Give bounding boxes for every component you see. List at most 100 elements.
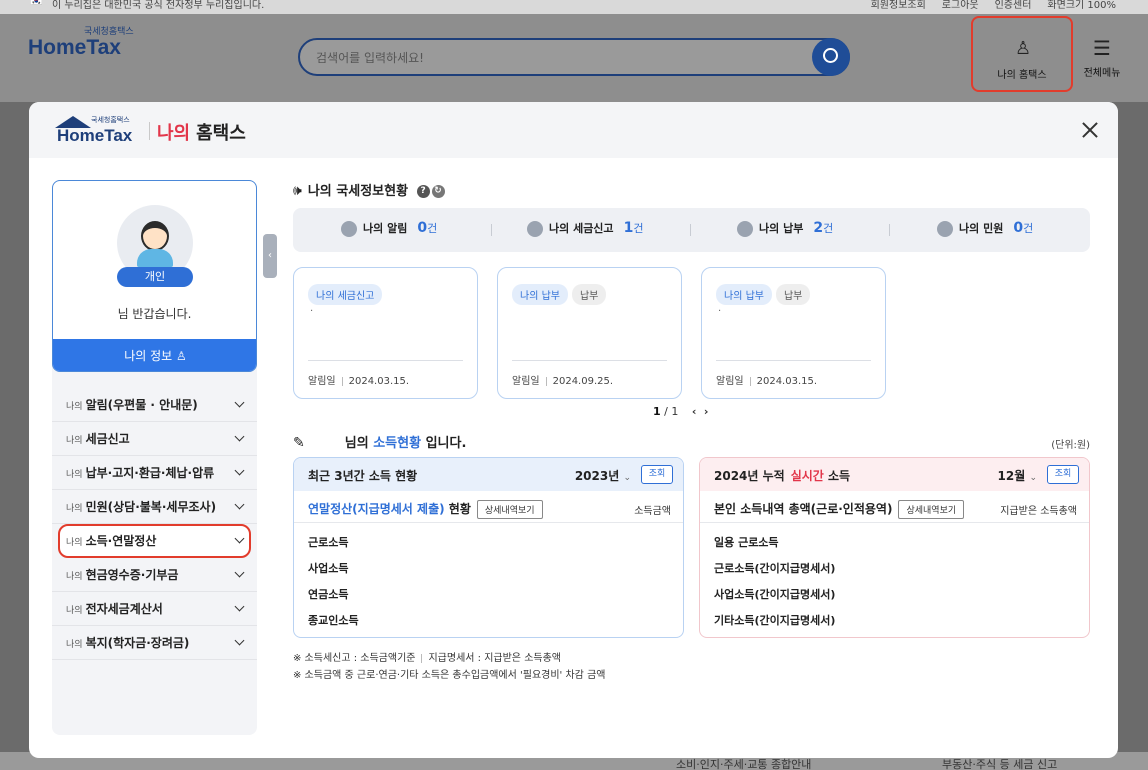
all-menu-label: 전체메뉴 <box>1083 68 1121 79</box>
greeting-text: 님 반갑습니다. <box>117 307 192 321</box>
site-search-box[interactable]: 검색어를 입력하세요! <box>298 38 850 76</box>
chevron-down-icon <box>234 601 245 612</box>
card-tag: 나의 납부 <box>716 284 772 305</box>
card-tags: 나의 세금신고 <box>308 284 386 305</box>
footer-link-2[interactable]: 부동산·주식 등 세금 신고 <box>942 756 1057 770</box>
my-info-button[interactable]: 나의 정보 ♙ <box>53 339 256 371</box>
help-icon[interactable]: ? <box>416 185 430 198</box>
bell-icon <box>341 221 357 237</box>
summary-tax-filing[interactable]: 나의 세금신고 1건 <box>527 220 643 237</box>
member-info-link[interactable]: 회원정보조회 <box>871 0 926 11</box>
note-line: ※ 소득세신고 : 소득금액기준 지급명세서 : 지급받은 소득총액 <box>293 650 605 667</box>
income-realtime-panel: 2024년 누적 실시간 소득 12월 ⌄ 조회 본인 소득내역 총액(근로·인적… <box>699 457 1090 638</box>
menu-item-tax-filing[interactable]: 나의 세금신고 <box>52 422 257 456</box>
summary-civil[interactable]: 나의 민원 0건 <box>937 220 1033 237</box>
year-select[interactable]: 2023년 ⌄ <box>575 467 631 484</box>
notice-card[interactable]: 나의 납부 납부 알림일 2024.09.25. <box>497 267 682 399</box>
notice-card[interactable]: 나의 세금신고 · 알림일 2024.03.15. <box>293 267 478 399</box>
date-label: 알림일 <box>308 376 336 387</box>
card-date: 알림일 2024.03.15. <box>308 372 409 387</box>
menu-item-notice[interactable]: 나의 알림(우편물 · 안내문) <box>52 388 257 422</box>
panel-title: 2024년 누적 <box>714 469 785 483</box>
speaker-icon: 🕪 <box>293 183 302 199</box>
logout-link[interactable]: 로그아웃 <box>942 0 979 11</box>
notice-card[interactable]: 나의 납부 납부 · 알림일 2024.03.15. <box>701 267 886 399</box>
card-content: · <box>718 306 722 317</box>
modal-logo: 국세청홈택스 HomeTax <box>53 116 143 146</box>
collapse-panel-button[interactable]: ‹ <box>263 234 277 278</box>
menu-label: 현금영수증·기부금 <box>85 568 179 582</box>
footer-link-1[interactable]: 소비·인지·주세·교통 종합안내 <box>676 756 811 770</box>
user-icon: ♙ <box>176 349 187 363</box>
close-icon[interactable] <box>1079 119 1101 141</box>
panel-subheader: 본인 소득내역 총액(근로·인적용역) 상세내역보기 지급받은 소득총액 <box>700 491 1089 523</box>
summary-payment[interactable]: 나의 납부 2건 <box>737 220 833 237</box>
divider <box>716 360 871 361</box>
payment-icon <box>737 221 753 237</box>
card-date: 알림일 2024.03.15. <box>716 372 817 387</box>
chevron-down-icon <box>234 397 245 408</box>
menu-item-cash-receipt[interactable]: 나의 현금영수증·기부금 <box>52 558 257 592</box>
next-arrow-icon[interactable]: › <box>704 405 709 418</box>
menu-item-e-invoice[interactable]: 나의 전자세금계산서 <box>52 592 257 626</box>
menu-label: 납부·고지·환급·체납·압류 <box>85 466 215 480</box>
my-hometax-button[interactable]: ♙ 나의 홈택스 <box>971 16 1073 92</box>
income-row: 사업소득 <box>308 562 349 575</box>
income-section-title: ✎ 님의 소득현황 입니다. <box>293 432 466 451</box>
all-menu-button[interactable]: ☰ 전체메뉴 <box>1082 38 1122 79</box>
menu-item-civil[interactable]: 나의 민원(상담·불복·세무조사) <box>52 490 257 524</box>
menu-item-welfare[interactable]: 나의 복지(학자금·장려금) <box>52 626 257 660</box>
menu-item-payment[interactable]: 나의 납부·고지·환급·체납·압류 <box>52 456 257 490</box>
detail-button[interactable]: 상세내역보기 <box>898 500 965 519</box>
divider <box>512 360 667 361</box>
summary-label: 나의 알림 <box>363 222 408 235</box>
income-row: 근로소득 <box>308 536 349 549</box>
card-tag: 나의 납부 <box>512 284 568 305</box>
prev-arrow-icon[interactable]: ‹ <box>692 405 697 418</box>
lookup-button[interactable]: 조회 <box>641 465 673 484</box>
logo-text: HomeTax <box>28 36 121 59</box>
document-icon <box>527 221 543 237</box>
modal-logo-small: 국세청홈택스 <box>91 116 130 124</box>
menu-label: 소득·연말정산 <box>85 534 157 548</box>
search-placeholder: 검색어를 입력하세요! <box>316 51 424 65</box>
month-select[interactable]: 12월 ⌄ <box>998 467 1037 484</box>
summary-bar: 나의 알림 0 건 나의 세금신고 1건 나의 납부 2건 나의 민원 0건 <box>293 208 1090 252</box>
income-rows: 근로소득 사업소득 연금소득 종교인소득 <box>308 534 359 637</box>
summary-count: 0 <box>417 220 428 236</box>
income-3yr-panel: 최근 3년간 소득 현황 2023년 ⌄ 조회 연말정산(지급명세서 제출) 현… <box>293 457 684 638</box>
menu-prefix: 나의 <box>66 436 83 446</box>
card-tags: 나의 납부 납부 <box>512 284 610 305</box>
lookup-button[interactable]: 조회 <box>1047 465 1079 484</box>
pager-total: / 1 <box>664 405 679 418</box>
notes: ※ 소득세신고 : 소득금액기준 지급명세서 : 지급받은 소득총액 ※ 소득금액… <box>293 650 605 684</box>
flag-icon: 🇰🇷 <box>30 0 43 7</box>
cert-center-link[interactable]: 인증센터 <box>995 0 1032 11</box>
detail-button[interactable]: 상세내역보기 <box>476 500 543 519</box>
edit-note-icon: ✎ <box>293 435 305 451</box>
income-row: 근로소득(간이지급명세서) <box>714 562 836 575</box>
refresh-icon[interactable]: ↻ <box>431 185 445 198</box>
month-value: 12월 <box>997 469 1026 483</box>
date-value: 2024.03.15. <box>756 376 818 387</box>
panel-subheader: 연말정산(지급명세서 제출) 현황 상세내역보기 소득금액 <box>294 491 683 523</box>
divider <box>889 224 890 236</box>
income-title-pre: 님의 <box>344 436 369 451</box>
avatar-face-icon <box>141 221 169 251</box>
sub-title: 본인 소득내역 총액(근로·인적용역) <box>714 502 893 516</box>
date-label: 알림일 <box>716 376 744 387</box>
panel-title-post: 소득 <box>828 469 851 483</box>
income-title-blue: 소득현황 <box>373 436 422 451</box>
summary-unit: 건 <box>633 222 644 235</box>
chevron-down-icon <box>234 431 245 442</box>
screen-size-link[interactable]: 화면크기 100% <box>1047 0 1116 11</box>
avatar-body-icon <box>137 249 173 267</box>
summary-count: 0 <box>1013 220 1024 236</box>
gov-notice: 이 누리집은 대한민국 공식 전자정부 누리집입니다. <box>52 0 265 11</box>
search-icon[interactable] <box>812 38 850 76</box>
menu-item-income-yearend[interactable]: 나의 소득·연말정산 <box>58 524 251 558</box>
menu-label: 세금신고 <box>85 432 130 446</box>
date-label: 알림일 <box>512 376 540 387</box>
menu-prefix: 나의 <box>66 538 83 548</box>
summary-notice[interactable]: 나의 알림 0건 <box>341 220 437 237</box>
